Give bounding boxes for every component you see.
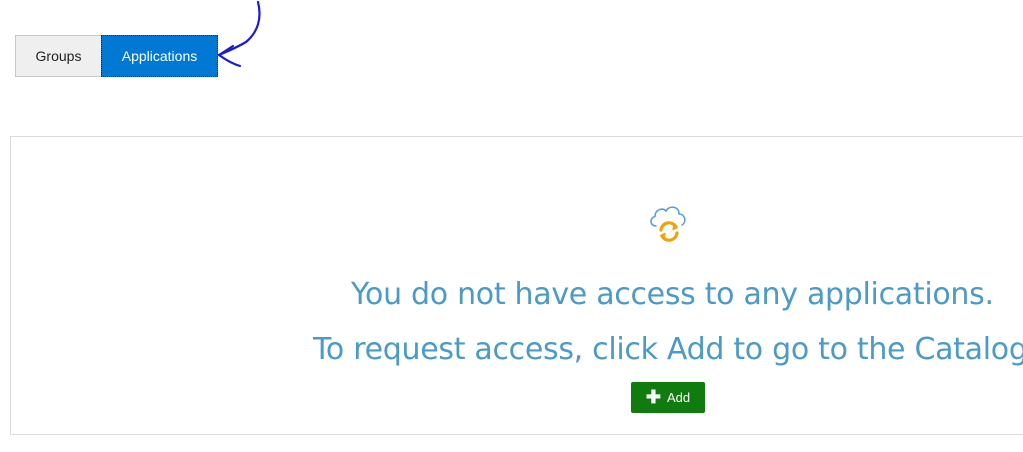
empty-state-panel: You do not have access to any applicatio… xyxy=(10,136,1023,435)
request-access-message: To request access, click Add to go to th… xyxy=(313,332,1023,367)
page: Groups Applications You do not have acce… xyxy=(0,0,1023,452)
no-access-message: You do not have access to any applicatio… xyxy=(351,277,994,312)
plus-icon: ✚ xyxy=(645,386,661,407)
tab-applications-label: Applications xyxy=(121,48,198,64)
add-button[interactable]: ✚ Add xyxy=(631,382,705,413)
tab-groups-label: Groups xyxy=(35,48,82,64)
add-button-label: Add xyxy=(666,390,691,405)
cloud-sync-icon xyxy=(650,206,686,242)
tab-applications[interactable]: Applications xyxy=(101,35,218,77)
tab-groups[interactable]: Groups xyxy=(15,35,101,77)
tab-bar: Groups Applications xyxy=(15,35,218,77)
